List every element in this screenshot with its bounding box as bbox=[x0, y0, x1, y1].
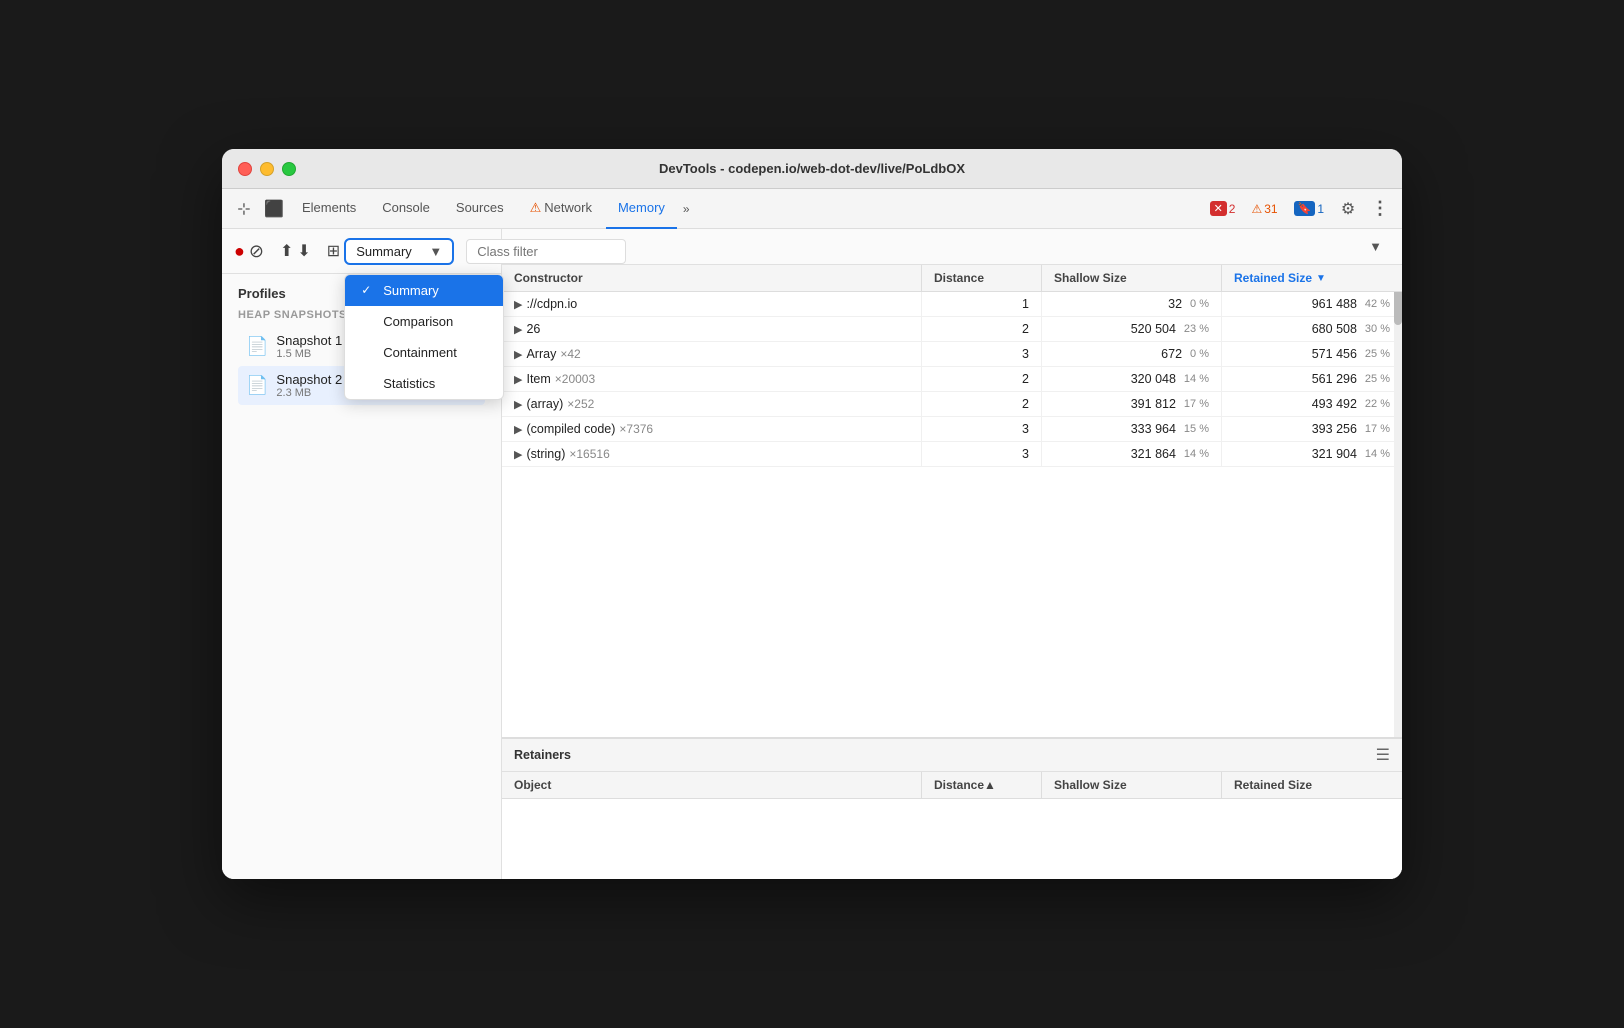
retainers-th-retained-size: Retained Size bbox=[1222, 772, 1402, 798]
retainers-table-body bbox=[502, 799, 1402, 879]
record-button[interactable]: ● bbox=[234, 237, 245, 265]
table-row[interactable]: ▶ (array) ×252 2 391 812 17 % 493 492 22… bbox=[502, 392, 1402, 417]
window-title: DevTools - codepen.io/web-dot-dev/live/P… bbox=[659, 161, 965, 176]
retainers-header: Retainers ☰ bbox=[502, 739, 1402, 772]
retainers-th-shallow-size: Shallow Size bbox=[1042, 772, 1222, 798]
maximize-button[interactable] bbox=[282, 162, 296, 176]
table-header: Constructor Distance Shallow Size Retain… bbox=[502, 265, 1402, 292]
warning-icon: ⚠ bbox=[1251, 202, 1262, 216]
dropdown-item-comparison[interactable]: Comparison bbox=[345, 306, 503, 337]
th-constructor: Constructor bbox=[502, 265, 922, 291]
table-row[interactable]: ▶ Array ×42 3 672 0 % 571 456 25 % bbox=[502, 342, 1402, 367]
table-row[interactable]: ▶ Item ×20003 2 320 048 14 % 561 296 25 … bbox=[502, 367, 1402, 392]
snapshot-icon-2: 📄 bbox=[246, 375, 268, 396]
download-button[interactable]: ⬇ bbox=[297, 237, 310, 265]
expand-icon-1[interactable]: ▶ bbox=[514, 323, 522, 336]
view-mode-dropdown-container: Summary ▼ ✓ Summary Comparison bbox=[344, 238, 454, 265]
snapshot-icon-1: 📄 bbox=[246, 336, 268, 357]
table-row[interactable]: ▶ 26 2 520 504 23 % 680 508 30 % bbox=[502, 317, 1402, 342]
titlebar: DevTools - codepen.io/web-dot-dev/live/P… bbox=[222, 149, 1402, 189]
th-retained-size[interactable]: Retained Size ▼ bbox=[1222, 265, 1402, 291]
class-filter-input[interactable] bbox=[466, 239, 626, 264]
sort-desc-icon: ▼ bbox=[1316, 273, 1326, 284]
minimize-button[interactable] bbox=[260, 162, 274, 176]
snapshot-1-size: 1.5 MB bbox=[276, 348, 342, 360]
retainers-menu-icon[interactable]: ☰ bbox=[1376, 745, 1390, 765]
tab-memory[interactable]: Memory bbox=[606, 189, 677, 229]
snapshot-2-name: Snapshot 2 bbox=[276, 372, 342, 387]
tab-bar: ⊹ ⬛ Elements Console Sources ⚠ Network M… bbox=[222, 189, 1402, 229]
tab-elements[interactable]: Elements bbox=[290, 189, 368, 229]
more-tabs-button[interactable]: » bbox=[679, 202, 694, 216]
expand-icon-6[interactable]: ▶ bbox=[514, 448, 522, 461]
device-toggle-icon[interactable]: ⬛ bbox=[260, 195, 288, 223]
snapshot-1-name: Snapshot 1 bbox=[276, 333, 342, 348]
check-icon: ✓ bbox=[361, 283, 375, 297]
retainers-th-distance[interactable]: Distance▲ bbox=[922, 772, 1042, 798]
table-row[interactable]: ▶ (compiled code) ×7376 3 333 964 15 % 3… bbox=[502, 417, 1402, 442]
warning-badge[interactable]: ⚠ 31 bbox=[1245, 200, 1283, 218]
chevron-down-icon: ▼ bbox=[429, 244, 442, 259]
sidebar: ● ⊘ ⬆ ⬇ ⊞ Summary ▼ ✓ bbox=[222, 229, 502, 879]
expand-icon-4[interactable]: ▶ bbox=[514, 398, 522, 411]
upload-button[interactable]: ⬆ bbox=[280, 237, 293, 265]
scrollbar-track bbox=[1394, 265, 1402, 737]
th-distance[interactable]: Distance bbox=[922, 265, 1042, 291]
info-badge[interactable]: 🔖 1 bbox=[1288, 199, 1330, 218]
stop-button[interactable]: ⊘ bbox=[249, 237, 264, 265]
expand-icon-0[interactable]: ▶ bbox=[514, 298, 522, 311]
dropdown-item-statistics[interactable]: Statistics bbox=[345, 368, 503, 399]
retainers-section: Retainers ☰ Object Distance▲ Shallow Siz… bbox=[502, 737, 1402, 879]
traffic-lights bbox=[238, 162, 296, 176]
tab-network[interactable]: ⚠ Network bbox=[518, 189, 604, 229]
expand-icon-2[interactable]: ▶ bbox=[514, 348, 522, 361]
network-warning-icon: ⚠ bbox=[530, 200, 542, 216]
filter-dropdown-arrow-icon: ▼ bbox=[1369, 239, 1382, 254]
filter-bar: ▼ bbox=[502, 229, 1402, 265]
toolbar-icons: ✕ 2 ⚠ 31 🔖 1 ⚙ ⋮ bbox=[1204, 195, 1394, 223]
dropdown-item-summary[interactable]: ✓ Summary bbox=[345, 275, 503, 306]
settings-icon[interactable]: ⚙ bbox=[1334, 195, 1362, 223]
inspect-icon[interactable]: ⊹ bbox=[230, 195, 258, 223]
dropdown-menu: ✓ Summary Comparison Containment bbox=[344, 274, 504, 400]
retainers-th-object: Object bbox=[502, 772, 922, 798]
content-area: ● ⊘ ⬆ ⬇ ⊞ Summary ▼ ✓ bbox=[222, 229, 1402, 879]
dropdown-item-containment[interactable]: Containment bbox=[345, 337, 503, 368]
expand-icon-3[interactable]: ▶ bbox=[514, 373, 522, 386]
filter-button[interactable]: ⊞ bbox=[327, 237, 340, 265]
devtools-window: DevTools - codepen.io/web-dot-dev/live/P… bbox=[222, 149, 1402, 879]
action-bar: ● ⊘ ⬆ ⬇ ⊞ Summary ▼ ✓ bbox=[222, 229, 501, 274]
retainers-table-header: Object Distance▲ Shallow Size Retained S… bbox=[502, 772, 1402, 799]
main-panel: ▼ Constructor Distance Shallow Size bbox=[502, 229, 1402, 879]
expand-icon-5[interactable]: ▶ bbox=[514, 423, 522, 436]
error-icon: ✕ bbox=[1210, 201, 1227, 216]
retainers-title: Retainers bbox=[514, 748, 571, 762]
close-button[interactable] bbox=[238, 162, 252, 176]
th-shallow-size[interactable]: Shallow Size bbox=[1042, 265, 1222, 291]
info-icon: 🔖 bbox=[1294, 201, 1316, 216]
snapshot-2-size: 2.3 MB bbox=[276, 387, 342, 399]
view-mode-dropdown[interactable]: Summary ▼ bbox=[344, 238, 454, 265]
dropdown-selected-label: Summary bbox=[356, 244, 412, 259]
filter-dropdown-button[interactable]: ▼ bbox=[1361, 235, 1390, 258]
tab-sources[interactable]: Sources bbox=[444, 189, 516, 229]
error-badge[interactable]: ✕ 2 bbox=[1204, 199, 1242, 218]
more-options-icon[interactable]: ⋮ bbox=[1366, 195, 1394, 223]
tab-console[interactable]: Console bbox=[370, 189, 442, 229]
table-row[interactable]: ▶ ://cdpn.io 1 32 0 % 961 488 42 % bbox=[502, 292, 1402, 317]
data-table: Constructor Distance Shallow Size Retain… bbox=[502, 265, 1402, 737]
table-row[interactable]: ▶ (string) ×16516 3 321 864 14 % 321 904… bbox=[502, 442, 1402, 467]
